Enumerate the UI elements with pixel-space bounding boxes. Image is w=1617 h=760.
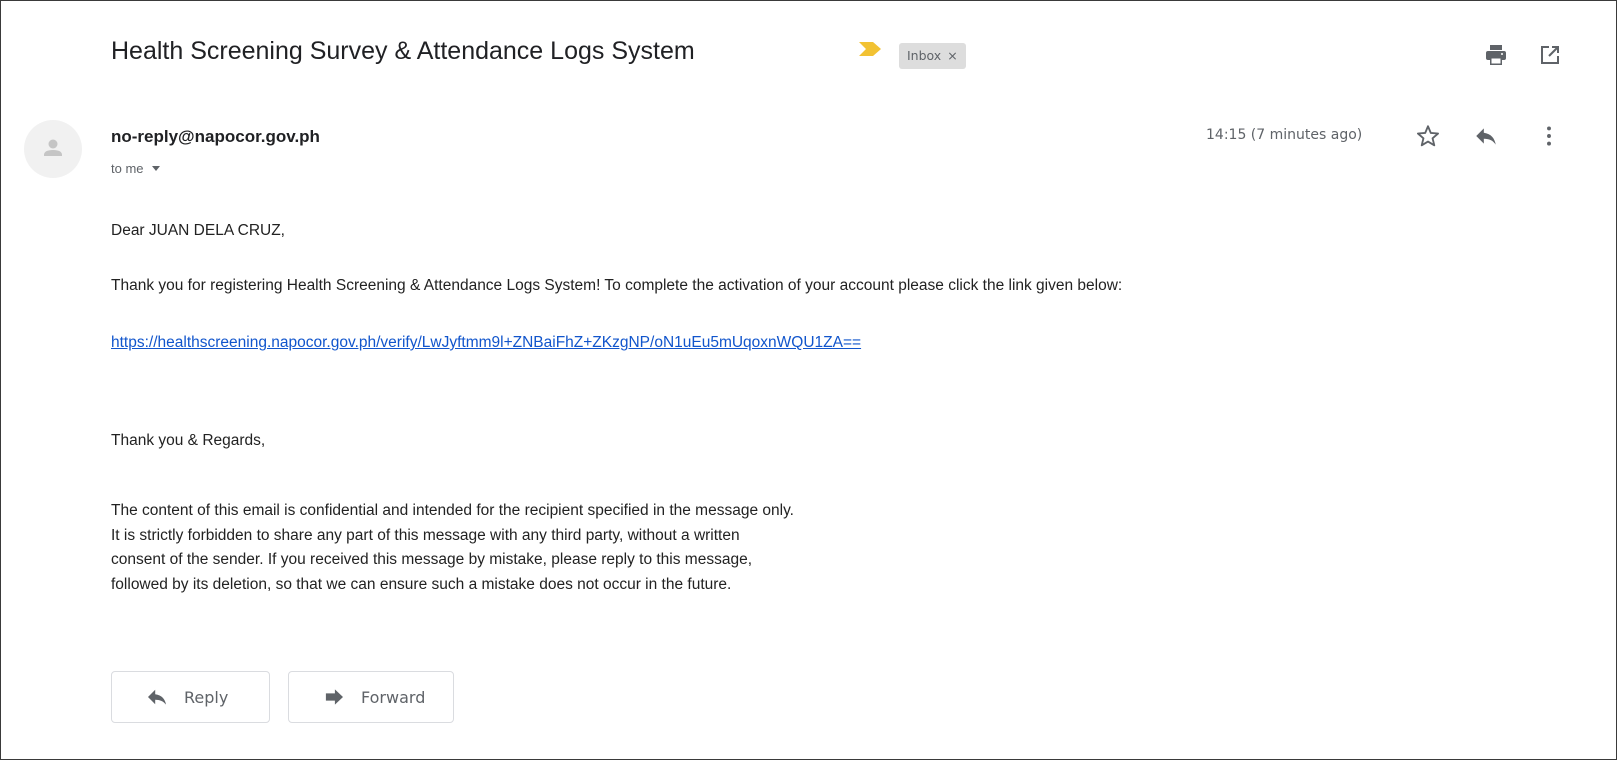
- disclaimer-line: consent of the sender. If you received t…: [111, 551, 753, 568]
- reply-arrow-icon: [148, 689, 166, 705]
- email-closing: Thank you & Regards,: [111, 432, 266, 449]
- forward-arrow-icon: [325, 689, 343, 705]
- star-icon[interactable]: [1415, 123, 1441, 149]
- sender-address[interactable]: no-reply@napocor.gov.ph: [111, 127, 320, 147]
- reply-button[interactable]: Reply: [111, 671, 270, 723]
- recipient-label: to me: [111, 161, 144, 176]
- more-vert-icon[interactable]: [1536, 123, 1562, 149]
- forward-button[interactable]: Forward: [288, 671, 454, 723]
- confidentiality-disclaimer: The content of this email is confidentia…: [111, 499, 794, 597]
- avatar[interactable]: [24, 120, 82, 178]
- email-intro-text: Thank you for registering Health Screeni…: [111, 277, 1123, 294]
- label-chip-text: Inbox: [907, 48, 942, 63]
- print-icon[interactable]: [1484, 43, 1508, 67]
- verification-link[interactable]: https://healthscreening.napocor.gov.ph/v…: [111, 334, 861, 352]
- disclaimer-line: It is strictly forbidden to share any pa…: [111, 526, 740, 544]
- reply-button-label: Reply: [184, 687, 229, 707]
- chevron-down-icon: [151, 166, 160, 172]
- forward-button-label: Forward: [361, 687, 426, 707]
- reply-icon[interactable]: [1473, 123, 1499, 149]
- open-in-new-window-icon[interactable]: [1538, 43, 1562, 67]
- disclaimer-line: followed by its deletion, so that we can…: [111, 575, 732, 593]
- email-greeting: Dear JUAN DELA CRUZ,: [111, 222, 285, 239]
- disclaimer-line: The content of this email is confidentia…: [111, 502, 794, 519]
- message-timestamp: 14:15 (7 minutes ago): [1206, 127, 1363, 143]
- email-subject: Health Screening Survey & Attendance Log…: [111, 37, 695, 65]
- email-view: Health Screening Survey & Attendance Log…: [0, 0, 1617, 760]
- remove-label-icon[interactable]: ×: [947, 48, 957, 63]
- inbox-label-chip: Inbox ×: [899, 43, 966, 69]
- recipient-details-toggle[interactable]: to me: [111, 161, 160, 176]
